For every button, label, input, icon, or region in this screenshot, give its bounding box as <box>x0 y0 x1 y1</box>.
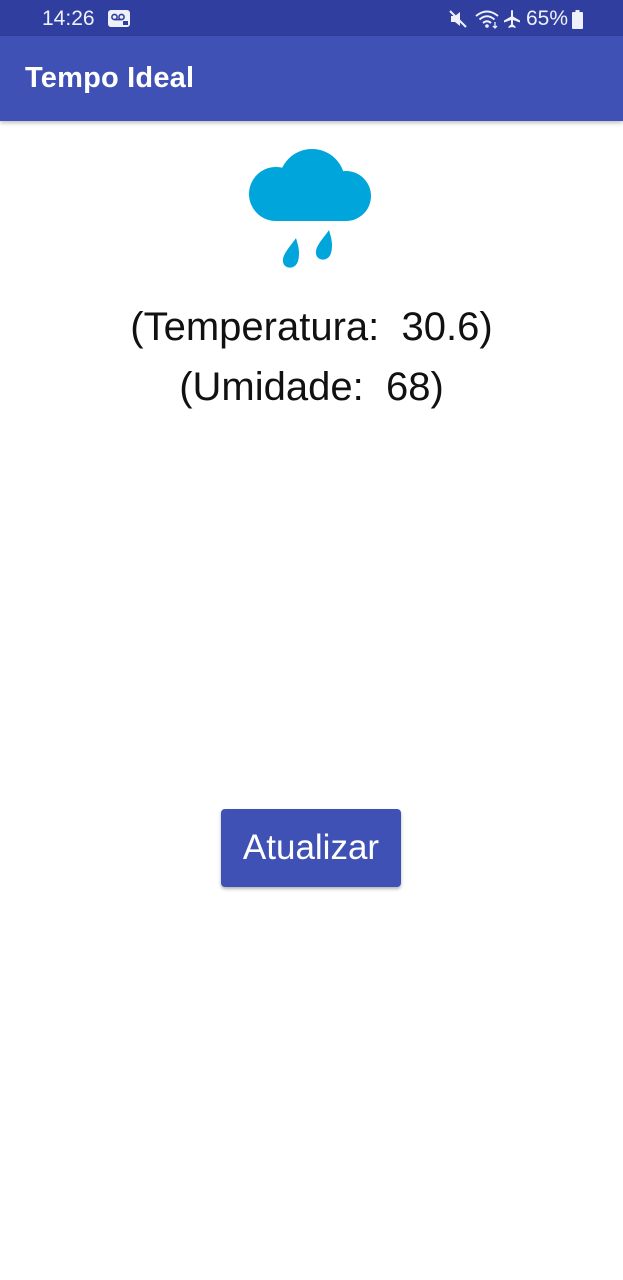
mute-icon <box>448 9 468 29</box>
status-bar: 14:26 65% <box>0 0 623 36</box>
temperature-reading: (Temperatura: 30.6) <box>130 305 493 349</box>
status-time: 14:26 <box>42 7 95 30</box>
airplane-icon <box>502 9 522 29</box>
humidity-reading: (Umidade: 68) <box>179 365 444 409</box>
voicemail-icon <box>108 10 130 32</box>
update-button[interactable]: Atualizar <box>221 809 401 887</box>
app-bar: Tempo Ideal <box>0 36 623 121</box>
battery-icon <box>572 9 583 29</box>
wifi-icon <box>474 9 500 29</box>
status-icons: 65% <box>448 7 583 31</box>
battery-percent: 65% <box>525 7 568 30</box>
app-title: Tempo Ideal <box>25 62 195 94</box>
rain-cloud-icon <box>246 146 374 270</box>
